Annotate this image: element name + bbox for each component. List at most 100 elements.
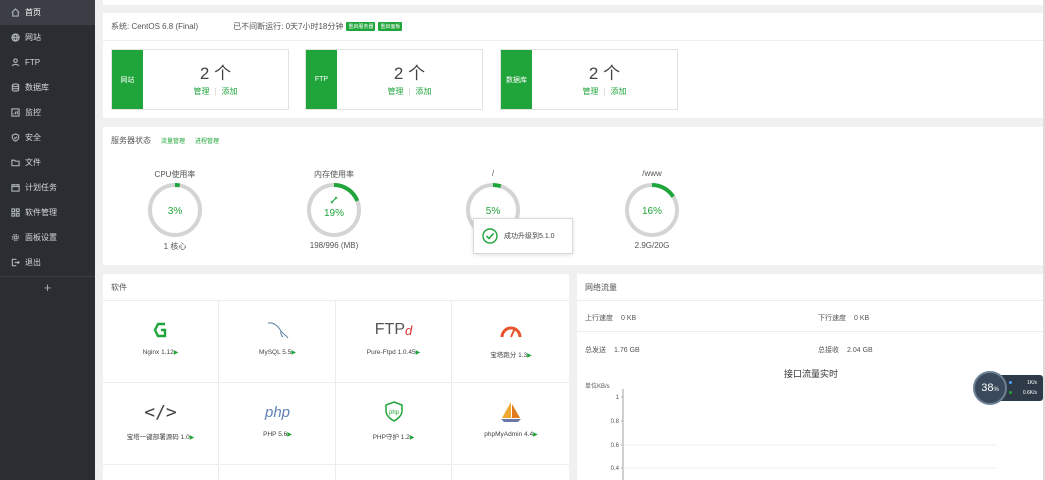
play-arrow-icon: ▶ bbox=[291, 350, 296, 356]
recv-label: 总接收 bbox=[818, 347, 839, 354]
software-item-nginx[interactable]: Nginx 1.12▶ bbox=[103, 301, 219, 383]
sidebar-item-files[interactable]: 文件 bbox=[0, 150, 95, 175]
software-item-mysql[interactable]: MySQL 5.5▶ bbox=[220, 301, 336, 383]
sidebar-item-settings[interactable]: 面板设置 bbox=[0, 225, 95, 250]
software-item-phpmyadmin[interactable]: phpMyAdmin 4.4▶ bbox=[453, 383, 569, 465]
upload-dot bbox=[1009, 381, 1012, 384]
software-name: PHP 5.6 bbox=[263, 431, 288, 438]
sailboat-icon bbox=[501, 402, 521, 422]
add-link[interactable]: 添加 bbox=[416, 87, 432, 96]
memory-percent-circle: 38% bbox=[973, 371, 1007, 405]
www-disk-gauge[interactable]: /www 16% 2.9G/20G bbox=[607, 169, 697, 250]
process-manage-link[interactable]: 进程管理 bbox=[195, 136, 219, 145]
software-item-benchmark[interactable]: 宝塔跑分 1.3▶ bbox=[453, 301, 569, 383]
nginx-icon bbox=[153, 322, 166, 338]
software-panel: 软件 Nginx 1.12▶ MySQL 5.5▶ FTP d Pure-Ftpd… bbox=[103, 274, 569, 480]
sidebar-item-label: 软件管理 bbox=[25, 208, 57, 217]
software-item-pureftpd[interactable]: FTP d Pure-Ftpd 1.0.45▶ bbox=[336, 301, 452, 383]
sidebar-item-monitor[interactable]: 监控 bbox=[0, 100, 95, 125]
software-title: 软件 bbox=[111, 282, 127, 292]
gauge-bottom: 1 核心 bbox=[163, 242, 187, 251]
divider: | bbox=[214, 87, 217, 96]
sidebar-item-crontab[interactable]: 计划任务 bbox=[0, 175, 95, 200]
gauge-title: 内存使用率 bbox=[314, 170, 354, 179]
software-item-php[interactable]: php PHP 5.6▶ bbox=[220, 383, 336, 465]
sidebar-item-database[interactable]: 数据库 bbox=[0, 75, 95, 100]
shield-icon bbox=[10, 133, 20, 143]
sidebar-item-label: 网站 bbox=[25, 33, 41, 42]
software-name: MySQL 5.5 bbox=[259, 349, 292, 356]
mysql-icon bbox=[267, 322, 288, 339]
float-percent-unit: % bbox=[993, 387, 999, 393]
gauge-value: 3% bbox=[168, 206, 183, 217]
divider bbox=[577, 331, 1045, 332]
sidebar-item-label: 首页 bbox=[25, 8, 41, 17]
software-item-php-guard[interactable]: php PHP守护 1.2▶ bbox=[336, 383, 452, 465]
logout-icon bbox=[10, 258, 20, 268]
ftp-d-mark: d bbox=[404, 322, 413, 338]
download-label: 下行速度 bbox=[818, 315, 846, 322]
sidebar-item-ftp[interactable]: FTP bbox=[0, 50, 95, 75]
sidebar-item-logout[interactable]: 退出 bbox=[0, 250, 95, 275]
sidebar-item-label: 数据库 bbox=[25, 83, 49, 92]
home-icon bbox=[10, 8, 20, 18]
cpu-gauge[interactable]: CPU使用率 3% 1 核心 bbox=[130, 169, 220, 252]
software-item-deploy[interactable]: </> 宝塔一键部署源码 1.0▶ bbox=[103, 383, 219, 465]
manage-link[interactable]: 管理 bbox=[387, 87, 403, 96]
grid-icon bbox=[10, 208, 20, 218]
play-arrow-icon: ▶ bbox=[189, 435, 195, 441]
add-link[interactable]: 添加 bbox=[611, 87, 627, 96]
upgrade-toast: 成功升级到5.1.0 bbox=[473, 218, 573, 254]
speed-float-widget[interactable]: 1K/s 0.6K/s 38% bbox=[973, 371, 1043, 405]
recv-value: 2.04 GB bbox=[847, 347, 873, 354]
download-speed: 下行速度 0 KB bbox=[818, 313, 869, 323]
upload-speed: 上行速度 0 KB bbox=[585, 313, 636, 323]
divider: | bbox=[408, 87, 411, 96]
y-tick-label: 0.4 bbox=[611, 466, 620, 472]
software-row-placeholder bbox=[220, 465, 336, 480]
php-shield-text: php bbox=[388, 410, 399, 416]
rocket-icon[interactable] bbox=[330, 196, 338, 204]
sidebar-item-security[interactable]: 安全 bbox=[0, 125, 95, 150]
add-shortcut-button[interactable]: + bbox=[0, 276, 95, 298]
sidebar-item-label: 安全 bbox=[25, 133, 41, 142]
sidebar-item-label: 文件 bbox=[25, 158, 41, 167]
y-tick-label: 0.8 bbox=[611, 419, 620, 425]
traffic-manage-link[interactable]: 流量管理 bbox=[161, 136, 185, 145]
database-stat-card: 数据库 2 个 管理 | 添加 bbox=[500, 49, 678, 110]
memory-gauge[interactable]: 内存使用率 19% 198/996 (MB) bbox=[289, 169, 379, 250]
software-name: Pure-Ftpd 1.0.45 bbox=[366, 349, 416, 356]
gauge-value: 19% bbox=[324, 208, 344, 219]
check-circle-icon bbox=[482, 228, 498, 244]
sidebar-item-website[interactable]: 网站 bbox=[0, 25, 95, 50]
toast-text: 成功升级到5.1.0 bbox=[504, 233, 555, 240]
manage-link[interactable]: 管理 bbox=[193, 87, 209, 96]
stat-label: FTP bbox=[306, 50, 337, 109]
ftp-stat-card: FTP 2 个 管理 | 添加 bbox=[305, 49, 483, 110]
add-link[interactable]: 添加 bbox=[222, 87, 238, 96]
play-arrow-icon: ▶ bbox=[287, 432, 292, 438]
sidebar-item-home[interactable]: 首页 bbox=[0, 0, 95, 25]
gear-icon bbox=[10, 233, 20, 243]
system-header: 系统: CentOS 6.8 (Final) 已不间断运行: 0天7小时18分钟… bbox=[103, 13, 1045, 41]
y-tick-label: 0.6 bbox=[611, 443, 620, 449]
float-download-speed: 0.6K/s bbox=[1022, 390, 1037, 396]
play-arrow-icon: ▶ bbox=[409, 435, 415, 441]
download-value: 0 KB bbox=[854, 315, 870, 322]
stat-count: 2 个 bbox=[199, 64, 232, 83]
sidebar-item-label: 计划任务 bbox=[25, 183, 57, 192]
sidebar-item-label: FTP bbox=[25, 58, 41, 67]
manage-link[interactable]: 管理 bbox=[582, 87, 598, 96]
restart-server-button[interactable]: 重启服务器 bbox=[346, 22, 376, 31]
stat-count: 2 个 bbox=[393, 64, 426, 83]
gauge-ring: 19% bbox=[307, 183, 361, 237]
software-name: PHP守护 1.2 bbox=[372, 434, 410, 441]
sidebar-item-label: 监控 bbox=[25, 108, 41, 117]
gauge-value: 16% bbox=[642, 206, 662, 217]
php-shield-icon: php bbox=[384, 401, 403, 422]
sidebar-item-software[interactable]: 软件管理 bbox=[0, 200, 95, 225]
stat-count: 2 个 bbox=[588, 64, 621, 83]
software-name: 宝塔一键部署源码 1.0 bbox=[126, 434, 190, 441]
restart-panel-button[interactable]: 重启面板 bbox=[378, 22, 403, 31]
software-name: 宝塔跑分 1.3 bbox=[490, 352, 528, 359]
